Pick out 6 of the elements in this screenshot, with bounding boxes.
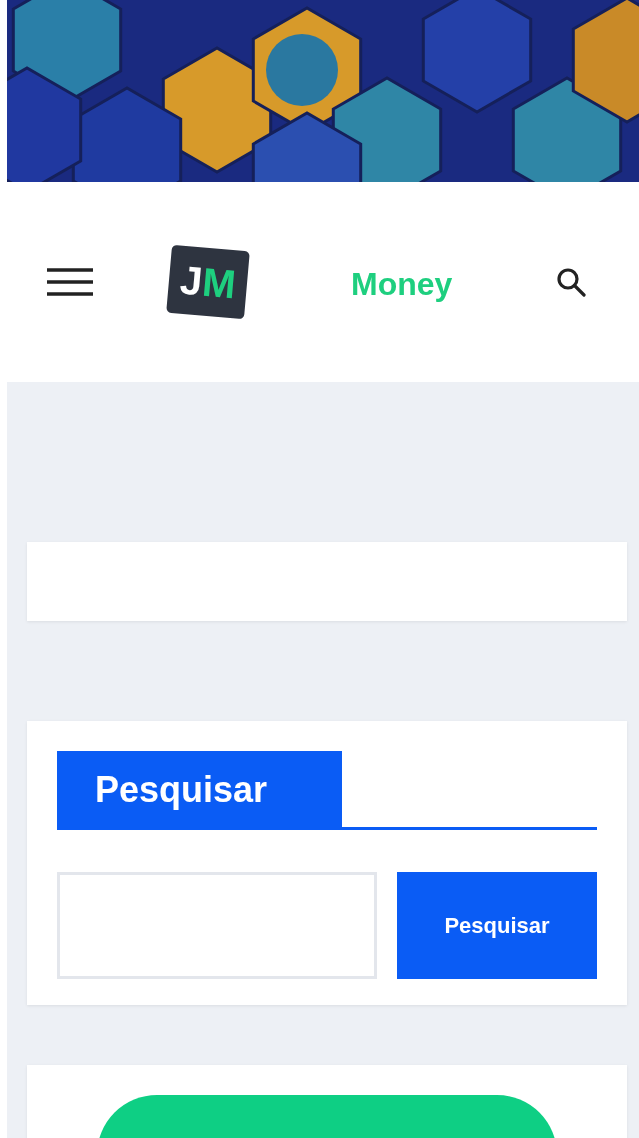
search-field[interactable]: [57, 872, 377, 979]
menu-icon[interactable]: [47, 267, 93, 297]
search-button[interactable]: Pesquisar: [397, 872, 597, 979]
search-icon[interactable]: [556, 267, 587, 297]
widget-title: Pesquisar: [57, 751, 342, 827]
logo[interactable]: J M: [166, 244, 250, 320]
